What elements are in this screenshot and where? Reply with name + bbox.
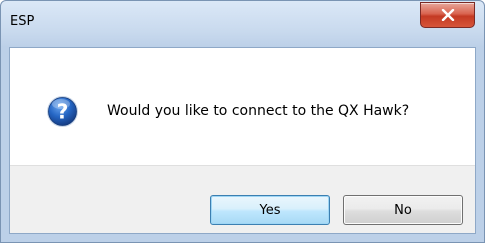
dialog-window: ESP ? Would you like to connect to the Q… <box>0 0 485 243</box>
dialog-client-area: ? Would you like to connect to the QX Ha… <box>9 47 476 234</box>
no-button[interactable]: No <box>343 195 463 225</box>
yes-button[interactable]: Yes <box>210 195 330 225</box>
svg-text:?: ? <box>57 100 69 124</box>
button-bar: Yes No <box>10 165 475 233</box>
question-icon: ? <box>47 96 78 127</box>
message-area: ? Would you like to connect to the QX Ha… <box>10 48 475 165</box>
dialog-message: Would you like to connect to the QX Hawk… <box>107 103 410 119</box>
close-button[interactable] <box>420 2 475 28</box>
window-title: ESP <box>10 14 35 29</box>
title-bar[interactable]: ESP <box>1 1 484 47</box>
close-icon <box>441 9 455 21</box>
